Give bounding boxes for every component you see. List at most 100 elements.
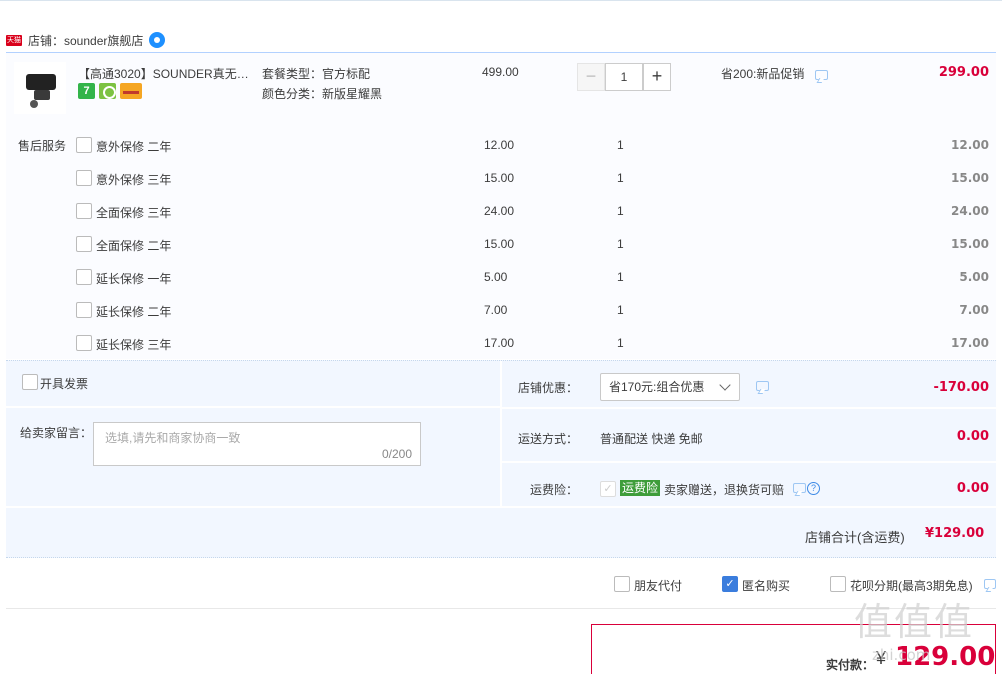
- anonymous-checkbox[interactable]: ✓: [722, 576, 738, 592]
- service-price: 15.00: [484, 237, 515, 251]
- service-total: 7.00: [959, 303, 989, 317]
- service-row: 延长保修 三年 17.00 1 17.00: [0, 334, 1002, 354]
- service-checkbox[interactable]: [76, 203, 92, 219]
- watermark-domain: zhi.com: [872, 646, 931, 664]
- service-qty: 1: [617, 270, 624, 284]
- service-row: 全面保修 三年 24.00 1 24.00: [0, 202, 1002, 222]
- seller-message-label: 给卖家留言：: [20, 426, 93, 440]
- service-name: 全面保修 三年: [96, 206, 172, 220]
- service-total: 17.00: [951, 336, 989, 350]
- shipping-label: 运送方式：: [517, 432, 578, 446]
- service-qty: 1: [617, 138, 624, 152]
- item-total: 299.00: [938, 65, 989, 80]
- panel-divider: [6, 506, 996, 508]
- sku-package-value: 官方标配: [322, 67, 371, 81]
- message-icon[interactable]: [815, 70, 828, 80]
- message-icon[interactable]: [756, 381, 769, 391]
- service-price: 15.00: [484, 171, 515, 185]
- top-divider: [0, 0, 1002, 1]
- service-qty: 1: [617, 237, 624, 251]
- seller-message-placeholder: 选填,请先和商家协商一致: [105, 431, 241, 445]
- service-qty: 1: [617, 171, 624, 185]
- sku-package: 套餐类型：官方标配: [262, 65, 370, 82]
- quantity-decrease-button[interactable]: −: [577, 63, 605, 91]
- service-qty: 1: [617, 303, 624, 317]
- service-name: 延长保修 一年: [96, 272, 172, 286]
- service-total: 24.00: [951, 204, 989, 218]
- unit-price: 499.00: [482, 65, 519, 79]
- shop-coupon-select[interactable]: 省170元:组合优惠: [600, 373, 740, 401]
- service-price: 5.00: [484, 270, 508, 284]
- service-qty: 1: [617, 204, 624, 218]
- sku-package-label: 套餐类型：: [262, 67, 323, 81]
- message-icon[interactable]: [984, 579, 996, 589]
- service-checkbox[interactable]: [76, 137, 92, 153]
- shop-header: 天猫 店铺：sounder旗舰店: [6, 30, 166, 50]
- promotion-text: 省200:新品促销: [721, 67, 805, 81]
- friend-pay-label[interactable]: 朋友代付: [634, 577, 682, 594]
- service-total: 15.00: [951, 237, 989, 251]
- shipping-value: 普通配送 快递 免邮: [600, 432, 703, 446]
- service-checkbox[interactable]: [76, 335, 92, 351]
- quantity-increase-button[interactable]: +: [643, 63, 671, 91]
- invoice-label[interactable]: 开具发票: [40, 375, 88, 392]
- product-title[interactable]: 【高通3020】SOUNDER真无线蓝牙耳机: [78, 65, 256, 82]
- coupon-amount: -170.00: [933, 380, 989, 395]
- service-row: 全面保修 二年 15.00 1 15.00: [0, 235, 1002, 255]
- shipping-amount: 0.00: [956, 429, 989, 444]
- service-total: 15.00: [951, 171, 989, 185]
- panel-divider: [502, 461, 996, 463]
- chevron-down-icon: [719, 379, 731, 391]
- insurance-amount: 0.00: [956, 481, 989, 496]
- message-icon[interactable]: [793, 483, 806, 493]
- panel-divider: [502, 407, 996, 409]
- service-checkbox[interactable]: [76, 236, 92, 252]
- card-icon: [120, 83, 142, 99]
- insurance-badge: 运费险: [620, 480, 661, 496]
- service-row: 意外保修 三年 15.00 1 15.00: [0, 169, 1002, 189]
- service-price: 12.00: [484, 138, 515, 152]
- options-divider: [6, 608, 996, 609]
- service-name: 意外保修 三年: [96, 173, 172, 187]
- service-name: 意外保修 二年: [96, 140, 172, 154]
- anonymous-label[interactable]: 匿名购买: [742, 577, 790, 594]
- product-thumbnail[interactable]: [14, 62, 66, 114]
- sku-color-label: 颜色分类：: [262, 87, 323, 101]
- service-name: 延长保修 三年: [96, 338, 172, 352]
- service-checkbox[interactable]: [76, 269, 92, 285]
- watermark-logo: 值值值: [854, 600, 975, 644]
- shop-total-label: 店铺合计(含运费): [805, 530, 905, 545]
- service-qty: 1: [617, 336, 624, 350]
- panel-divider: [6, 406, 500, 408]
- question-icon[interactable]: ?: [807, 482, 820, 495]
- actual-pay-label: 实付款：: [826, 658, 875, 672]
- installment-checkbox[interactable]: [830, 576, 846, 592]
- insurance-checkbox: ✓: [600, 481, 616, 497]
- service-checkbox[interactable]: [76, 302, 92, 318]
- service-price: 7.00: [484, 303, 508, 317]
- seller-message-count: 0/200: [381, 447, 412, 461]
- shop-name[interactable]: 店铺：sounder旗舰店: [28, 32, 143, 49]
- shop-coupon-value: 省170元:组合优惠: [609, 380, 705, 394]
- service-name: 全面保修 二年: [96, 239, 172, 253]
- insurance-text: 卖家赠送，退换货可赔: [664, 483, 785, 497]
- service-row: 延长保修 一年 5.00 1 5.00: [0, 268, 1002, 288]
- service-price: 17.00: [484, 336, 515, 350]
- wangwang-icon[interactable]: [149, 32, 166, 48]
- product-badges: 7: [78, 83, 142, 99]
- installment-label[interactable]: 花呗分期(最高3期免息): [850, 577, 973, 594]
- service-row: 延长保修 二年 7.00 1 7.00: [0, 301, 1002, 321]
- guarantee-icon: [99, 83, 116, 99]
- tmall-badge-icon: 天猫: [6, 34, 22, 46]
- service-total: 5.00: [959, 270, 989, 284]
- insurance-label: 运费险：: [529, 483, 578, 497]
- quantity-input[interactable]: 1: [605, 63, 643, 91]
- service-row: 意外保修 二年 12.00 1 12.00: [0, 136, 1002, 156]
- friend-pay-checkbox[interactable]: [614, 576, 630, 592]
- service-total: 12.00: [951, 138, 989, 152]
- shop-total-value: ¥129.00: [925, 526, 985, 541]
- shop-coupon-label: 店铺优惠：: [517, 381, 578, 395]
- service-price: 24.00: [484, 204, 515, 218]
- service-checkbox[interactable]: [76, 170, 92, 186]
- invoice-checkbox[interactable]: [22, 374, 38, 390]
